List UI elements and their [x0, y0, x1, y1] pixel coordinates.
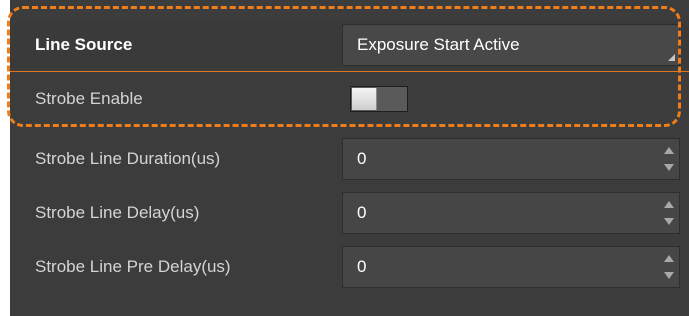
- toggle-knob[interactable]: [352, 88, 377, 110]
- spin-down-icon[interactable]: [664, 164, 674, 171]
- property-panel: Line Source Exposure Start Active Strobe…: [10, 0, 689, 316]
- strobe-line-duration-spinbox[interactable]: 0: [342, 138, 680, 180]
- strobe-line-duration-label: Strobe Line Duration(us): [35, 149, 221, 168]
- spin-down-icon[interactable]: [664, 218, 674, 225]
- strobe-line-duration-value[interactable]: 0: [357, 149, 366, 169]
- line-source-value: Exposure Start Active: [357, 35, 520, 54]
- property-row-strobe-line-pre-delay: Strobe Line Pre Delay(us) 0: [10, 243, 689, 291]
- strobe-line-delay-label: Strobe Line Delay(us): [35, 203, 200, 222]
- strobe-line-delay-spinbox[interactable]: 0: [342, 192, 680, 234]
- strobe-enable-toggle[interactable]: [350, 86, 408, 112]
- strobe-enable-label: Strobe Enable: [35, 89, 143, 108]
- spin-up-icon[interactable]: [664, 255, 674, 262]
- line-source-label: Line Source: [35, 35, 133, 54]
- property-row-strobe-line-delay: Strobe Line Delay(us) 0: [10, 189, 689, 237]
- strobe-line-pre-delay-value[interactable]: 0: [357, 257, 366, 277]
- property-row-strobe-line-duration: Strobe Line Duration(us) 0: [10, 135, 689, 183]
- strobe-line-pre-delay-spinbox[interactable]: 0: [342, 246, 680, 288]
- spin-down-icon[interactable]: [664, 272, 674, 279]
- row-separator: [10, 71, 689, 72]
- strobe-line-pre-delay-label: Strobe Line Pre Delay(us): [35, 257, 231, 276]
- property-row-strobe-enable: Strobe Enable: [10, 74, 689, 124]
- spin-up-icon[interactable]: [664, 147, 674, 154]
- dropdown-arrow-icon[interactable]: [668, 54, 675, 61]
- line-source-select[interactable]: Exposure Start Active: [342, 24, 680, 66]
- spin-up-icon[interactable]: [664, 201, 674, 208]
- strobe-line-delay-value[interactable]: 0: [357, 203, 366, 223]
- property-row-line-source: Line Source Exposure Start Active: [10, 22, 689, 68]
